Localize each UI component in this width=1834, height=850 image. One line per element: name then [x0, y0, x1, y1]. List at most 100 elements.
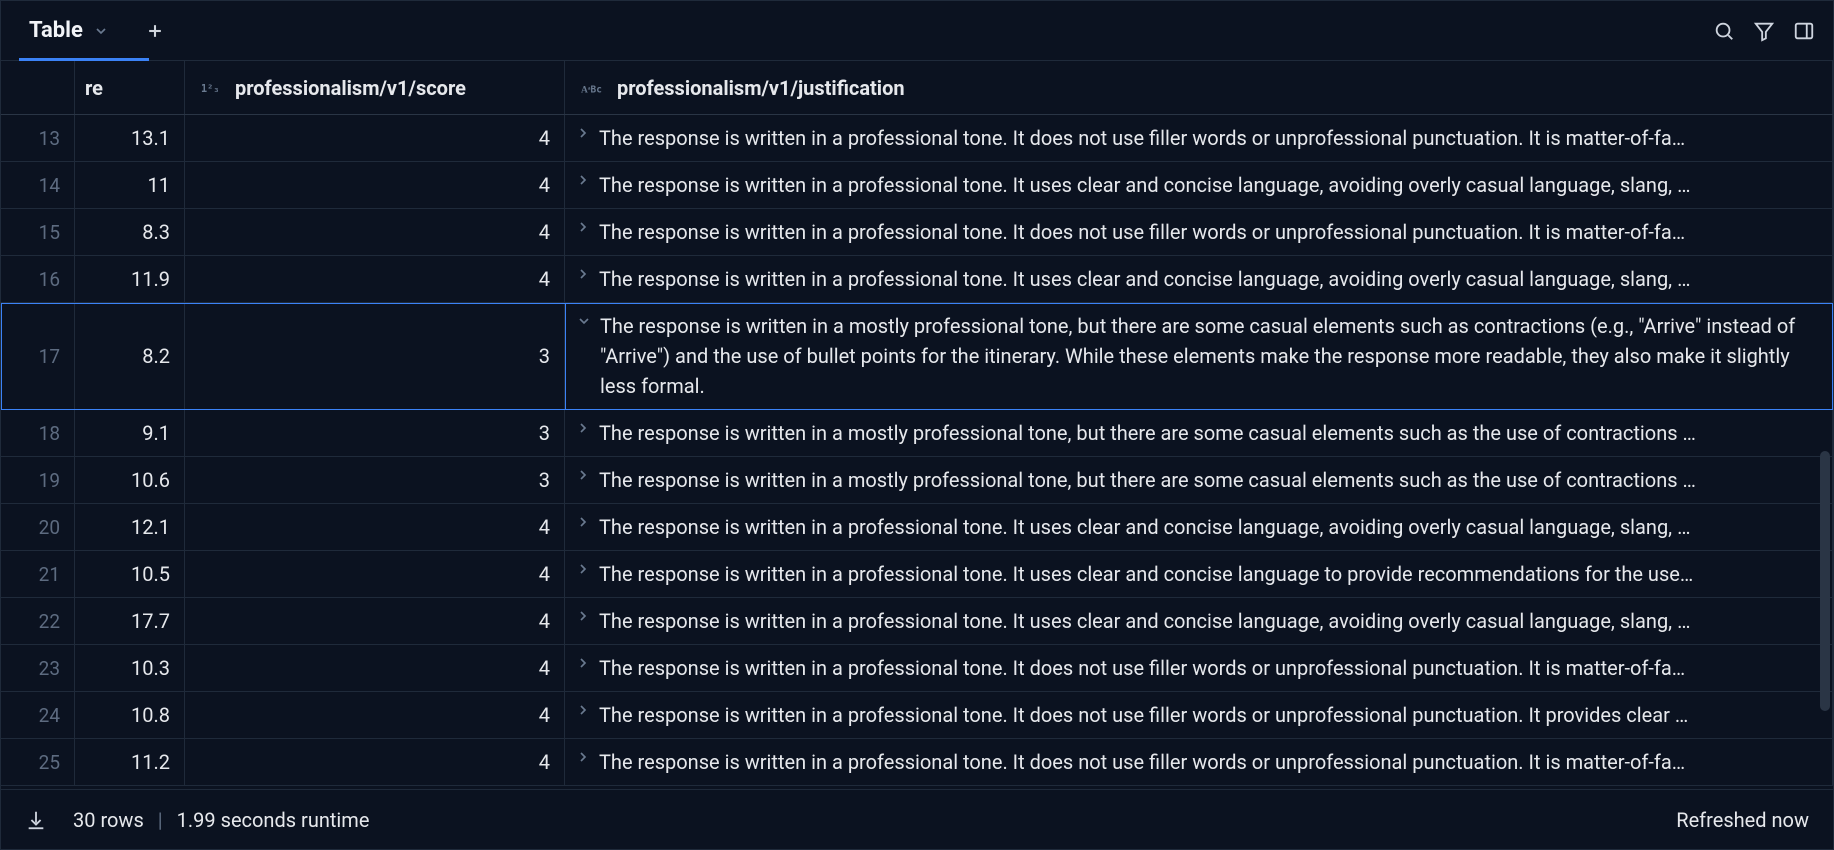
download-icon[interactable] — [25, 809, 47, 831]
column-label: re — [85, 76, 103, 100]
cell-index: 13 — [1, 115, 75, 161]
column-header-justification[interactable]: AͣBc professionalism/v1/justification — [565, 61, 1833, 114]
cell-re[interactable]: 13.1 — [75, 115, 185, 161]
cell-re[interactable]: 17.7 — [75, 598, 185, 644]
number-type-icon: 1²₃ — [201, 79, 223, 97]
add-tab-button[interactable] — [145, 21, 165, 41]
chevron-right-icon[interactable] — [575, 266, 591, 282]
chevron-right-icon[interactable] — [575, 219, 591, 235]
table-row[interactable]: 2410.84The response is written in a prof… — [1, 692, 1833, 739]
status-separator: | — [158, 808, 163, 832]
toolbar-right — [1713, 20, 1815, 42]
cell-justification[interactable]: The response is written in a mostly prof… — [565, 410, 1833, 456]
column-header-re[interactable]: re — [75, 61, 185, 114]
chevron-right-icon[interactable] — [575, 514, 591, 530]
cell-justification[interactable]: The response is written in a professiona… — [565, 115, 1833, 161]
table-row[interactable]: 178.23The response is written in a mostl… — [1, 303, 1833, 410]
cell-re[interactable]: 10.3 — [75, 645, 185, 691]
cell-re[interactable]: 9.1 — [75, 410, 185, 456]
cell-justification[interactable]: The response is written in a professiona… — [565, 162, 1833, 208]
cell-index: 23 — [1, 645, 75, 691]
column-header-index[interactable] — [1, 61, 75, 114]
table-row[interactable]: 189.13 The response is written in a mostl… — [1, 410, 1833, 457]
cell-index: 21 — [1, 551, 75, 597]
chevron-down-icon[interactable] — [576, 313, 592, 329]
cell-re[interactable]: 12.1 — [75, 504, 185, 550]
cell-index: 14 — [1, 162, 75, 208]
table-row[interactable]: 158.34The response is written in a profe… — [1, 209, 1833, 256]
cell-score[interactable]: 4 — [185, 692, 565, 738]
justification-text: The response is written in a professiona… — [599, 606, 1818, 636]
grid-body[interactable]: 1313.14The response is written in a prof… — [1, 115, 1833, 791]
chevron-right-icon[interactable] — [575, 420, 591, 436]
table-row[interactable]: 14114The response is written in a profes… — [1, 162, 1833, 209]
tab-table[interactable]: Table — [19, 1, 119, 60]
chevron-right-icon[interactable] — [575, 749, 591, 765]
table-row[interactable]: 1910.63The response is written in a most… — [1, 457, 1833, 504]
cell-score[interactable]: 4 — [185, 504, 565, 550]
cell-re[interactable]: 10.5 — [75, 551, 185, 597]
table-row[interactable]: 2310.34The response is written in a prof… — [1, 645, 1833, 692]
scrollbar-thumb[interactable] — [1820, 451, 1830, 711]
panel-right-icon[interactable] — [1793, 20, 1815, 42]
cell-justification[interactable]: The response is written in a professiona… — [565, 692, 1833, 738]
cell-index: 19 — [1, 457, 75, 503]
chevron-right-icon[interactable] — [575, 125, 591, 141]
scrollbar-track[interactable] — [1820, 121, 1830, 783]
table-row[interactable]: 2511.24The response is written in a prof… — [1, 739, 1833, 786]
chevron-right-icon[interactable] — [575, 172, 591, 188]
cell-justification[interactable]: The response is written in a mostly prof… — [565, 457, 1833, 503]
cell-score[interactable]: 4 — [185, 209, 565, 255]
cell-justification[interactable]: The response is written in a professiona… — [565, 209, 1833, 255]
cell-score[interactable]: 3 — [185, 410, 565, 456]
cell-score[interactable]: 4 — [185, 256, 565, 302]
cell-score[interactable]: 3 — [185, 457, 565, 503]
string-type-icon: AͣBc — [581, 79, 605, 97]
cell-score[interactable]: 4 — [185, 739, 565, 785]
cell-score[interactable]: 3 — [185, 303, 565, 409]
column-label: professionalism/v1/score — [235, 76, 466, 100]
cell-re[interactable]: 11 — [75, 162, 185, 208]
cell-justification[interactable]: The response is written in a professiona… — [565, 739, 1833, 785]
chevron-right-icon[interactable] — [575, 702, 591, 718]
justification-text: The response is written in a professiona… — [599, 264, 1818, 294]
svg-text:AͣBc: AͣBc — [581, 84, 602, 95]
chevron-right-icon[interactable] — [575, 655, 591, 671]
cell-score[interactable]: 4 — [185, 645, 565, 691]
cell-score[interactable]: 4 — [185, 115, 565, 161]
cell-justification[interactable]: The response is written in a mostly prof… — [565, 303, 1833, 409]
cell-justification[interactable]: The response is written in a professiona… — [565, 645, 1833, 691]
cell-re[interactable]: 11.9 — [75, 256, 185, 302]
cell-re[interactable]: 10.8 — [75, 692, 185, 738]
cell-re[interactable]: 8.2 — [75, 303, 185, 409]
table-row[interactable]: 1611.94The response is written in a prof… — [1, 256, 1833, 303]
column-header-score[interactable]: 1²₃ professionalism/v1/score — [185, 61, 565, 114]
chevron-right-icon[interactable] — [575, 467, 591, 483]
cell-index: 15 — [1, 209, 75, 255]
cell-index: 18 — [1, 410, 75, 456]
table-row[interactable]: 2217.74 The response is written in a prof… — [1, 598, 1833, 645]
tab-underline — [19, 58, 149, 61]
filter-icon[interactable] — [1753, 20, 1775, 42]
cell-score[interactable]: 4 — [185, 598, 565, 644]
table-row[interactable]: 2012.14The response is written in a prof… — [1, 504, 1833, 551]
justification-text: The response is written in a professiona… — [599, 747, 1818, 777]
search-icon[interactable] — [1713, 20, 1735, 42]
header-row: re 1²₃ professionalism/v1/score AͣBc pro… — [1, 61, 1833, 115]
cell-score[interactable]: 4 — [185, 551, 565, 597]
cell-re[interactable]: 11.2 — [75, 739, 185, 785]
justification-text: The response is written in a mostly prof… — [599, 418, 1818, 448]
cell-index: 22 — [1, 598, 75, 644]
table-row[interactable]: 1313.14The response is written in a prof… — [1, 115, 1833, 162]
chevron-right-icon[interactable] — [575, 608, 591, 624]
cell-re[interactable]: 8.3 — [75, 209, 185, 255]
cell-justification[interactable]: The response is written in a professiona… — [565, 598, 1833, 644]
cell-re[interactable]: 10.6 — [75, 457, 185, 503]
chevron-down-icon[interactable] — [93, 23, 109, 39]
chevron-right-icon[interactable] — [575, 561, 591, 577]
cell-justification[interactable]: The response is written in a professiona… — [565, 256, 1833, 302]
cell-justification[interactable]: The response is written in a professiona… — [565, 551, 1833, 597]
cell-score[interactable]: 4 — [185, 162, 565, 208]
table-row[interactable]: 2110.54The response is written in a prof… — [1, 551, 1833, 598]
cell-justification[interactable]: The response is written in a professiona… — [565, 504, 1833, 550]
